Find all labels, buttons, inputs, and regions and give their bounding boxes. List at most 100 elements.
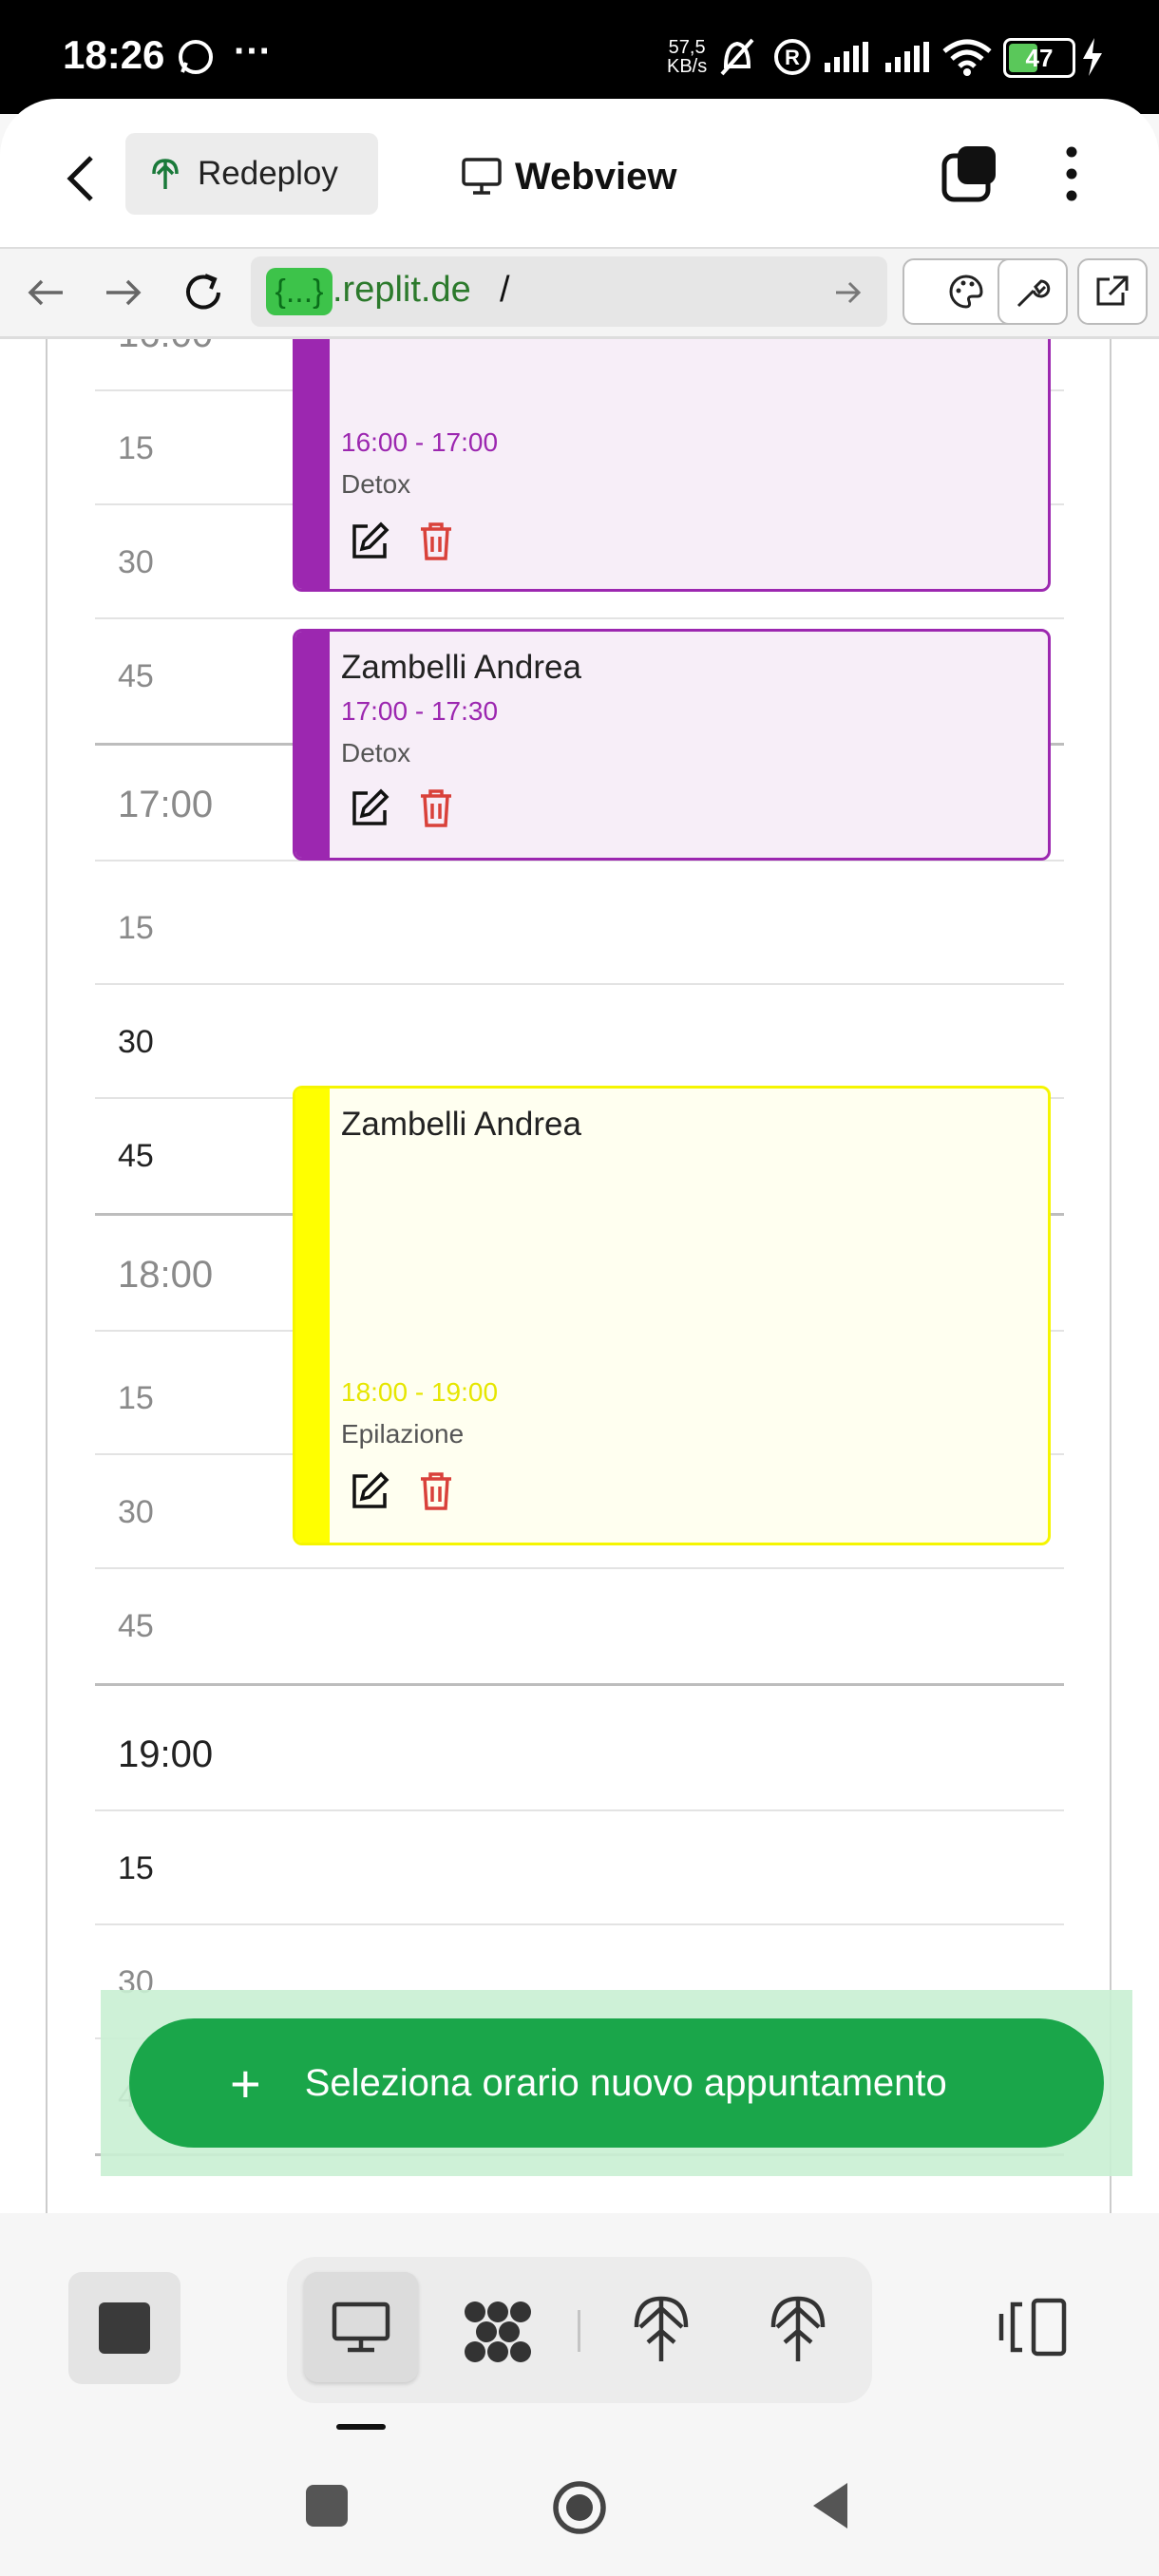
delete-icon[interactable] xyxy=(417,521,455,562)
hour-divider xyxy=(95,1683,1064,1686)
time-label: 30 xyxy=(118,544,154,580)
time-label: 15 xyxy=(118,1850,154,1886)
appointment-time: 17:00 - 17:30 xyxy=(341,696,499,726)
delete-icon[interactable] xyxy=(417,787,455,829)
time-slot[interactable]: 20:00 xyxy=(95,2172,1064,2213)
appointment-time: 16:00 - 17:00 xyxy=(341,427,499,457)
stop-icon xyxy=(99,2302,150,2354)
url-host: .replit.de xyxy=(332,270,471,310)
time-label: 19:00 xyxy=(118,1733,214,1775)
divider xyxy=(578,2310,580,2352)
go-arrow-icon[interactable] xyxy=(834,279,863,306)
plus-icon: + xyxy=(230,2053,261,2113)
time-label: 45 xyxy=(118,658,154,694)
url-badge: {...} xyxy=(266,268,332,315)
time-label: 16:00 xyxy=(118,339,213,391)
time-slot[interactable]: 19:00 xyxy=(95,1697,1064,1811)
app-header: Redeploy Webview xyxy=(0,99,1159,250)
monitor-icon xyxy=(462,158,502,195)
time-slot[interactable]: 45 xyxy=(95,1569,1064,1683)
status-bar: 18:26 ··· 57,5 KB/s R 47 xyxy=(0,0,1159,114)
wrench-icon xyxy=(1016,279,1051,308)
status-time: 18:26 xyxy=(63,32,165,77)
devtools-wrench-button[interactable] xyxy=(998,258,1068,325)
back-arrow-icon[interactable] xyxy=(57,150,104,207)
new-appointment-label: Seleziona orario nuovo appuntamento xyxy=(304,2061,947,2104)
time-label: 45 xyxy=(118,1138,154,1174)
signal-2-icon xyxy=(885,42,929,72)
appointment-service: Epilazione xyxy=(341,1419,465,1449)
appointment-card[interactable]: 16:00 - 17:00 Detox xyxy=(293,339,1051,592)
url-input[interactable]: {...} .replit.de / xyxy=(251,256,887,327)
monitor-icon xyxy=(332,2301,390,2353)
bottom-toolbar xyxy=(0,2213,1159,2576)
edit-icon[interactable] xyxy=(349,1470,390,1512)
charging-icon xyxy=(1083,38,1102,76)
whatsapp-icon xyxy=(179,40,213,74)
time-label: 30 xyxy=(118,1024,154,1060)
calendar-day-view[interactable]: 16:00 15 30 45 17:00 15 30 45 18:00 15 3… xyxy=(0,339,1159,2213)
registered-icon: R xyxy=(774,39,810,75)
deploy-icon xyxy=(152,159,179,189)
calendar-border-left xyxy=(46,339,48,2213)
delete-icon[interactable] xyxy=(417,1470,455,1512)
new-appointment-button[interactable]: + Seleziona orario nuovo appuntamento xyxy=(129,2018,1104,2148)
tabs-icon[interactable] xyxy=(940,144,999,203)
nav-forward-icon[interactable] xyxy=(103,272,144,313)
webview-tab-button[interactable] xyxy=(304,2272,418,2382)
home-icon[interactable] xyxy=(551,2479,608,2536)
appointment-color-bar xyxy=(295,339,330,589)
appointment-card[interactable]: Zambelli Andrea 18:00 - 19:00 Epilazione xyxy=(293,1086,1051,1545)
deploy-2-icon[interactable] xyxy=(770,2295,826,2365)
open-external-button[interactable] xyxy=(1077,258,1148,325)
url-bar: {...} .replit.de / xyxy=(0,249,1159,339)
appointment-color-bar xyxy=(295,1089,330,1543)
time-label: 18:00 xyxy=(118,1254,214,1296)
more-notifications-icon: ··· xyxy=(234,30,272,72)
nav-back-icon[interactable] xyxy=(25,272,66,313)
edit-icon[interactable] xyxy=(349,787,390,829)
external-link-icon xyxy=(1096,275,1129,306)
appointment-card[interactable]: Zambelli Andrea 17:00 - 17:30 Detox xyxy=(293,629,1051,861)
appointment-client: Zambelli Andrea xyxy=(341,649,581,686)
wifi-icon xyxy=(942,39,992,76)
url-path: / xyxy=(500,270,510,310)
appointment-color-bar xyxy=(295,632,330,858)
appointment-service: Detox xyxy=(341,469,411,499)
appointment-service: Detox xyxy=(341,738,411,767)
time-label: 15 xyxy=(118,1380,154,1416)
palette-icon xyxy=(949,275,983,309)
time-label: 20:00 xyxy=(118,2172,213,2213)
time-slot[interactable]: 15 xyxy=(95,1811,1064,1925)
appointment-client: Zambelli Andrea xyxy=(341,1106,581,1143)
signal-icon xyxy=(825,42,868,72)
view-switcher xyxy=(287,2257,872,2403)
redeploy-button[interactable]: Redeploy xyxy=(125,133,378,215)
page-title: Webview xyxy=(515,155,677,198)
extensions-icon[interactable] xyxy=(462,2299,534,2365)
time-label: 15 xyxy=(118,910,154,946)
appointment-time: 18:00 - 19:00 xyxy=(341,1377,499,1407)
layout-toggle-icon[interactable] xyxy=(998,2297,1068,2358)
bell-mute-icon xyxy=(720,38,754,76)
time-label: 17:00 xyxy=(118,784,214,825)
redeploy-label: Redeploy xyxy=(198,155,338,192)
recents-icon[interactable] xyxy=(306,2485,348,2527)
active-tab-indicator xyxy=(336,2424,386,2430)
svg-text:R: R xyxy=(785,46,800,69)
more-vert-icon[interactable] xyxy=(1054,144,1089,203)
net-speed: 57,5 KB/s xyxy=(667,37,708,77)
time-slot[interactable]: 30 xyxy=(95,985,1064,1099)
battery-icon: 47 xyxy=(1003,38,1075,78)
stop-button[interactable] xyxy=(68,2272,180,2384)
calendar-border-right xyxy=(1110,339,1112,2213)
edit-icon[interactable] xyxy=(349,521,390,562)
webview-tab-title: Webview xyxy=(462,148,676,205)
reload-icon[interactable] xyxy=(180,270,226,315)
time-label: 45 xyxy=(118,1608,154,1644)
deploy-icon[interactable] xyxy=(633,2295,690,2365)
time-label: 15 xyxy=(118,430,154,466)
nav-back-triangle-icon[interactable] xyxy=(809,2481,851,2530)
time-slot[interactable]: 15 xyxy=(95,871,1064,985)
time-label: 30 xyxy=(118,1494,154,1530)
